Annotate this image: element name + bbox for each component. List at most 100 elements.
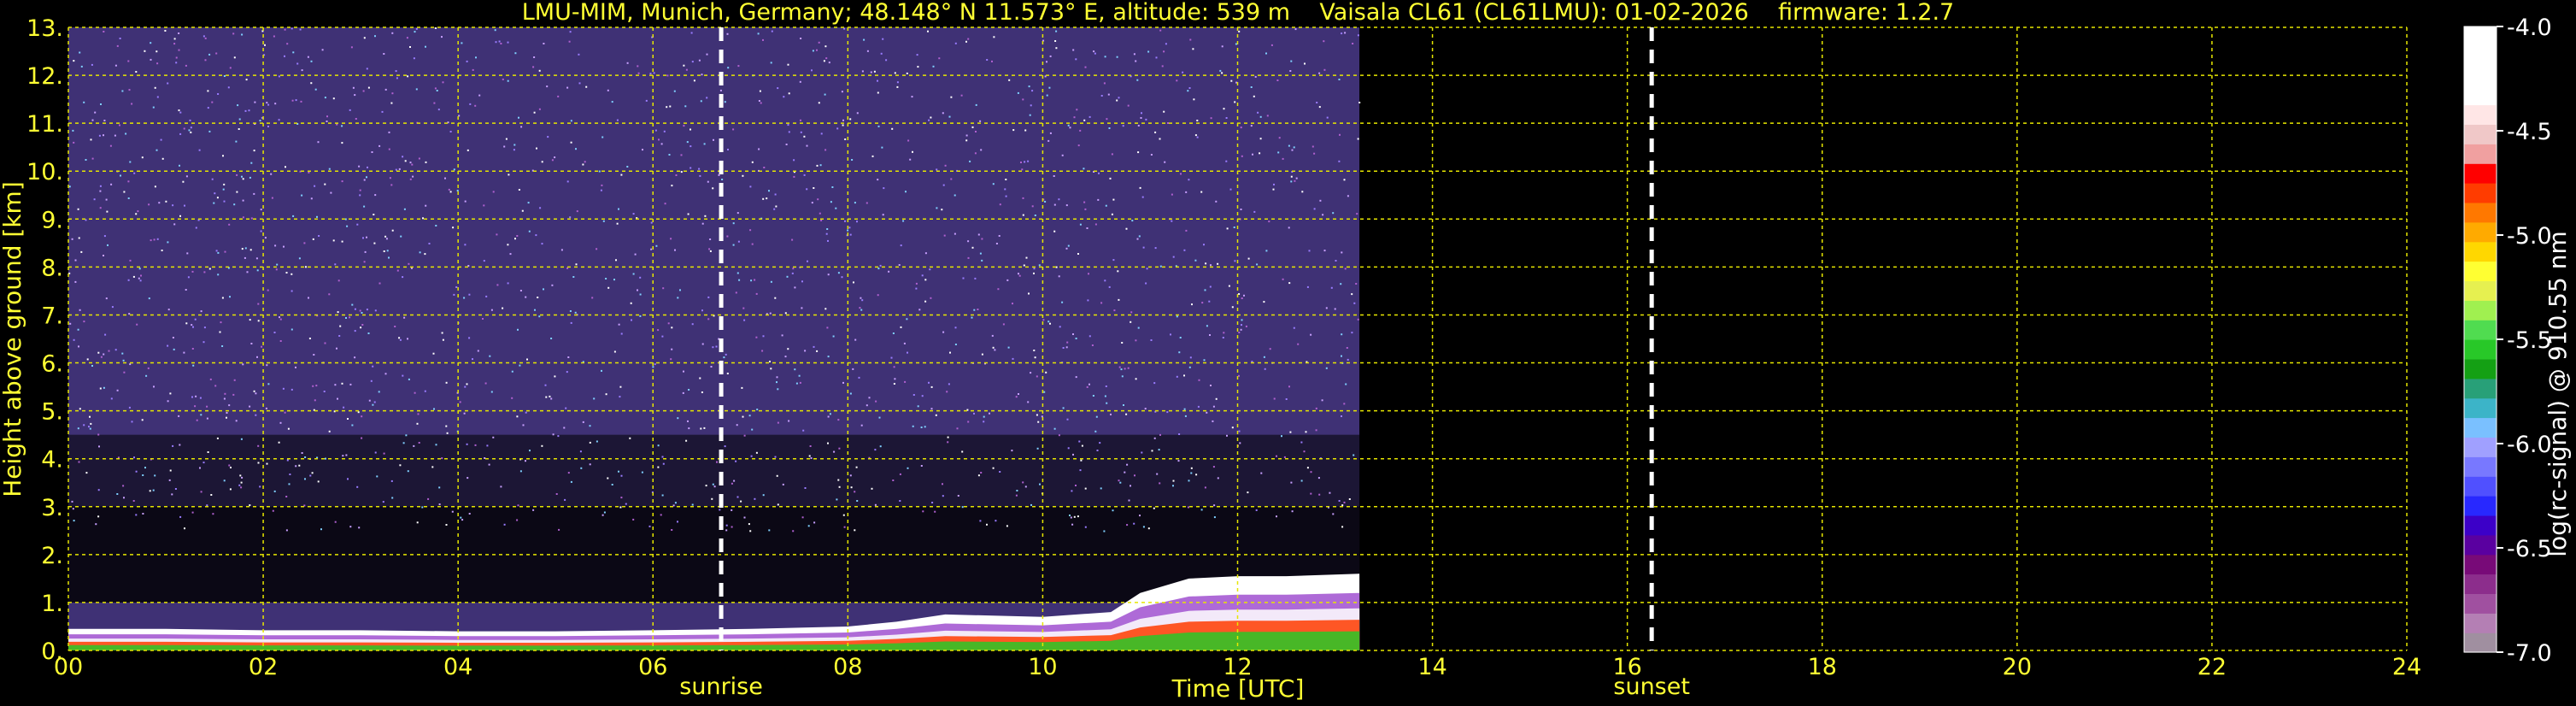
speckle-dot <box>827 274 830 276</box>
colorbar-segment <box>2464 437 2497 457</box>
speckle-dot <box>1171 193 1173 196</box>
speckle-dot <box>712 187 714 190</box>
speckle-dot <box>156 62 159 65</box>
speckle-dot <box>372 365 374 368</box>
speckle-dot <box>1037 421 1040 423</box>
speckle-dot <box>255 392 257 395</box>
speckle-dot <box>1196 136 1199 138</box>
speckle-dot <box>743 319 746 321</box>
speckle-dot <box>890 356 893 359</box>
speckle-dot <box>944 164 947 167</box>
speckle-dot <box>830 201 832 203</box>
speckle-dot <box>144 467 146 469</box>
speckle-dot <box>1192 48 1194 50</box>
speckle-dot <box>922 510 924 513</box>
speckle-dot <box>382 501 384 503</box>
speckle-dot <box>861 299 864 302</box>
speckle-dot <box>206 405 208 408</box>
speckle-dot <box>384 373 387 375</box>
speckle-dot <box>1141 196 1144 198</box>
speckle-dot <box>632 213 635 215</box>
speckle-dot <box>912 394 915 396</box>
speckle-dot <box>245 79 248 81</box>
y-tick-label: 3. <box>41 495 63 521</box>
speckle-dot <box>1332 212 1335 215</box>
speckle-dot <box>832 335 835 338</box>
speckle-dot <box>74 259 77 262</box>
speckle-dot <box>965 139 968 142</box>
speckle-dot <box>519 364 521 367</box>
speckle-dot <box>1172 479 1175 482</box>
speckle-dot <box>660 514 662 516</box>
speckle-dot <box>284 28 286 31</box>
speckle-dot <box>494 29 496 32</box>
speckle-dot <box>758 100 760 102</box>
speckle-dot <box>1338 79 1341 80</box>
speckle-dot <box>425 161 427 163</box>
speckle-dot <box>954 194 956 197</box>
speckle-dot <box>221 297 224 299</box>
speckle-dot <box>242 199 244 202</box>
speckle-dot <box>1058 275 1060 278</box>
speckle-dot <box>1048 86 1051 89</box>
speckle-dot <box>570 120 572 122</box>
speckle-dot <box>533 56 536 58</box>
speckle-dot <box>1221 45 1223 48</box>
speckle-dot <box>321 49 324 51</box>
speckle-dot <box>188 129 191 132</box>
speckle-dot <box>812 50 814 52</box>
speckle-dot <box>156 238 159 240</box>
speckle-dot <box>904 380 907 383</box>
speckle-dot <box>667 322 670 325</box>
speckle-dot <box>750 279 753 282</box>
speckle-dot <box>1263 356 1265 358</box>
speckle-dot <box>78 461 80 463</box>
speckle-dot <box>1290 175 1293 178</box>
speckle-dot <box>785 144 788 145</box>
speckle-dot <box>390 184 393 186</box>
colorbar-segment <box>2464 202 2497 223</box>
speckle-dot <box>749 530 752 532</box>
speckle-dot <box>693 79 695 82</box>
speckle-dot <box>931 502 934 503</box>
speckle-dot <box>1124 471 1126 474</box>
speckle-dot <box>669 105 672 108</box>
speckle-dot <box>680 154 683 156</box>
speckle-dot <box>619 385 622 388</box>
colorbar-segment <box>2464 496 2497 516</box>
speckle-dot <box>1028 85 1030 88</box>
speckle-dot <box>203 327 206 329</box>
speckle-dot <box>1344 32 1347 34</box>
speckle-dot <box>1303 450 1306 453</box>
speckle-dot <box>837 479 840 481</box>
speckle-dot <box>431 466 434 468</box>
speckle-dot <box>233 203 236 206</box>
speckle-dot <box>1075 376 1077 379</box>
y-tick-label: 9. <box>41 207 63 233</box>
speckle-dot <box>986 523 988 526</box>
speckle-dot <box>202 35 205 38</box>
speckle-dot <box>324 342 326 344</box>
speckle-dot <box>318 235 320 237</box>
speckle-dot <box>173 223 176 226</box>
speckle-dot <box>748 523 750 526</box>
speckle-dot <box>78 237 80 239</box>
speckle-dot <box>607 89 609 91</box>
speckle-dot <box>391 92 394 95</box>
speckle-dot <box>135 71 138 73</box>
speckle-dot <box>1210 264 1212 267</box>
speckle-dot <box>127 180 130 183</box>
speckle-dot <box>407 338 408 340</box>
speckle-dot <box>1105 385 1107 387</box>
speckle-dot <box>1039 483 1041 485</box>
speckle-dot <box>253 390 255 392</box>
speckle-dot <box>203 271 206 274</box>
speckle-dot <box>584 161 586 163</box>
speckle-dot <box>1065 346 1068 349</box>
speckle-dot <box>1335 260 1337 262</box>
speckle-dot <box>192 364 195 367</box>
colorbar-segment <box>2464 358 2497 379</box>
speckle-dot <box>942 495 944 497</box>
speckle-dot <box>452 227 455 229</box>
speckle-dot <box>407 470 409 473</box>
